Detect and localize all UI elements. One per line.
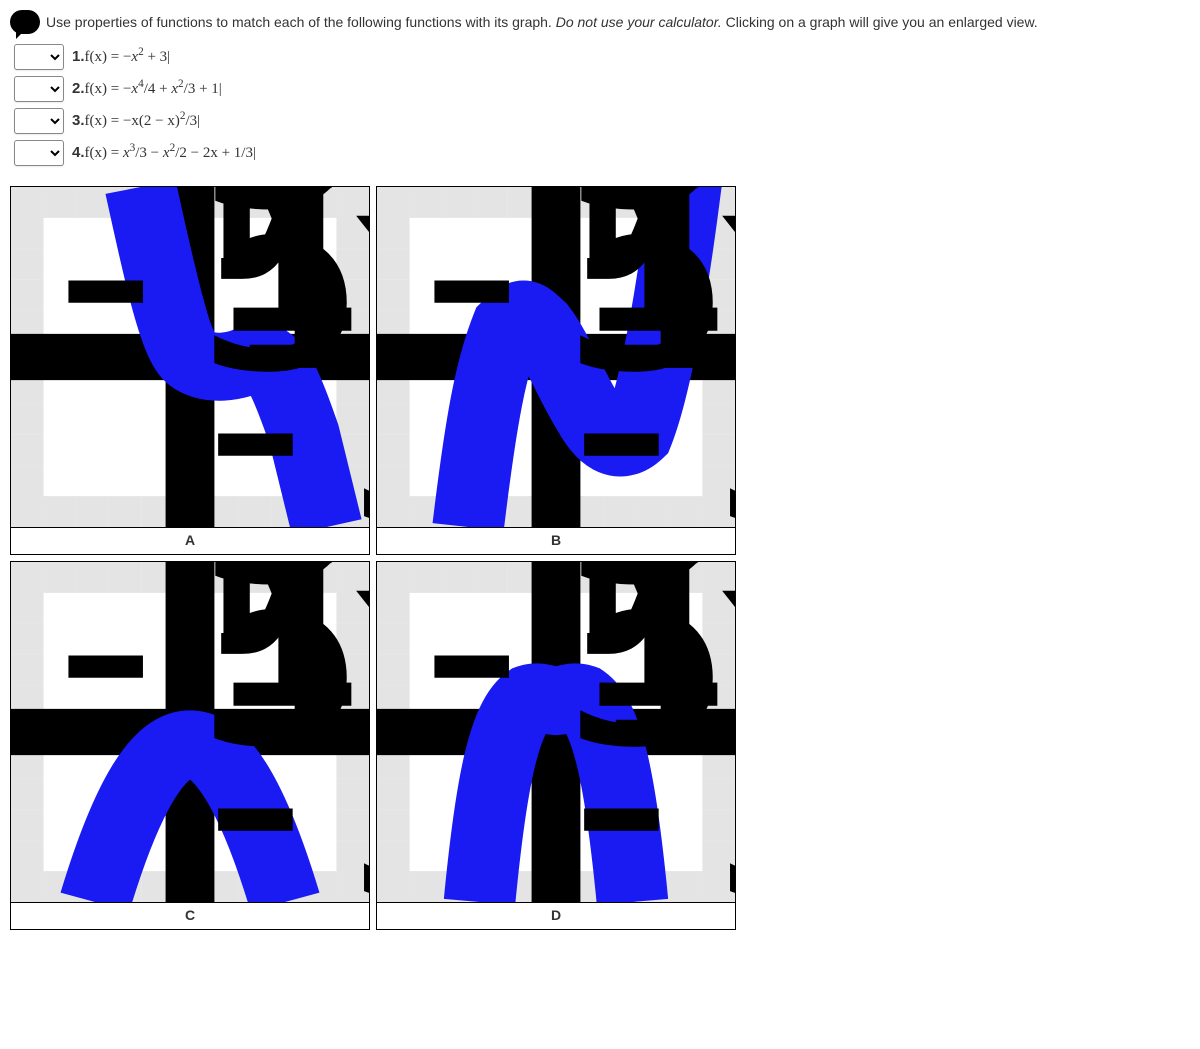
question-row-2: 2.f(x) = −x4/4 + x2/3 + 1| xyxy=(14,76,1190,102)
instructions-row: Use properties of functions to match eac… xyxy=(10,10,1190,34)
graph-cell-c: -5 5 5 -5 x y 1.0 1.0 C xyxy=(10,561,370,930)
graph-a[interactable]: -5 5 5 -5 x y 1.0 1.0 xyxy=(11,187,369,528)
instructions-text: Use properties of functions to match eac… xyxy=(46,14,1038,30)
svg-text:1.0: 1.0 xyxy=(577,187,735,434)
answer-select-2[interactable] xyxy=(14,76,64,102)
answer-select-3[interactable] xyxy=(14,108,64,134)
question-list: 1.f(x) = −x2 + 3| 2.f(x) = −x4/4 + x2/3 … xyxy=(14,44,1190,166)
graph-cell-a: -5 5 5 -5 x y 1.0 1.0 A xyxy=(10,186,370,555)
graph-d[interactable]: -5 5 5 -5 x y 1.0 1.0 xyxy=(377,562,735,903)
graph-label-d: D xyxy=(377,903,735,929)
graph-grid: -5 5 5 -5 x y 1.0 1.0 A xyxy=(10,186,1190,930)
plot-a: -5 5 5 -5 x y 1.0 1.0 xyxy=(11,187,369,527)
instructions-italic: Do not use your calculator. xyxy=(556,14,722,30)
question-row-3: 3.f(x) = −x(2 − x)2/3| xyxy=(14,108,1190,134)
question-row-4: 4.f(x) = x3/3 − x2/2 − 2x + 1/3| xyxy=(14,140,1190,166)
plot-b: -5 5 5 -5 x y 1.0 1.0 xyxy=(377,187,735,527)
instructions-lead: Use properties of functions to match eac… xyxy=(46,14,556,30)
graph-cell-b: -5 5 5 -5 x y 1.0 1.0 B xyxy=(376,186,736,555)
plot-c: -5 5 5 -5 x y 1.0 1.0 xyxy=(11,562,369,902)
graph-label-c: C xyxy=(11,903,369,929)
answer-select-1[interactable] xyxy=(14,44,64,70)
fn-1: 1.f(x) = −x2 + 3| xyxy=(72,48,170,66)
graph-b[interactable]: -5 5 5 -5 x y 1.0 1.0 xyxy=(377,187,735,528)
fn-3: 3.f(x) = −x(2 − x)2/3| xyxy=(72,112,200,130)
graph-label-a: A xyxy=(11,528,369,554)
graph-label-b: B xyxy=(377,528,735,554)
question-row-1: 1.f(x) = −x2 + 3| xyxy=(14,44,1190,70)
graph-c[interactable]: -5 5 5 -5 x y 1.0 1.0 xyxy=(11,562,369,903)
svg-text:1.0: 1.0 xyxy=(211,562,369,809)
svg-text:1.0: 1.0 xyxy=(577,562,735,809)
instructions-trail: Clicking on a graph will give you an enl… xyxy=(722,14,1038,30)
fn-2: 2.f(x) = −x4/4 + x2/3 + 1| xyxy=(72,80,222,98)
graph-cell-d: -5 5 5 -5 x y 1.0 1.0 D xyxy=(376,561,736,930)
answer-select-4[interactable] xyxy=(14,140,64,166)
plot-d: -5 5 5 -5 x y 1.0 1.0 xyxy=(377,562,735,902)
speech-bubble-icon xyxy=(10,10,40,34)
fn-4: 4.f(x) = x3/3 − x2/2 − 2x + 1/3| xyxy=(72,144,256,162)
svg-text:1.0: 1.0 xyxy=(211,187,369,434)
